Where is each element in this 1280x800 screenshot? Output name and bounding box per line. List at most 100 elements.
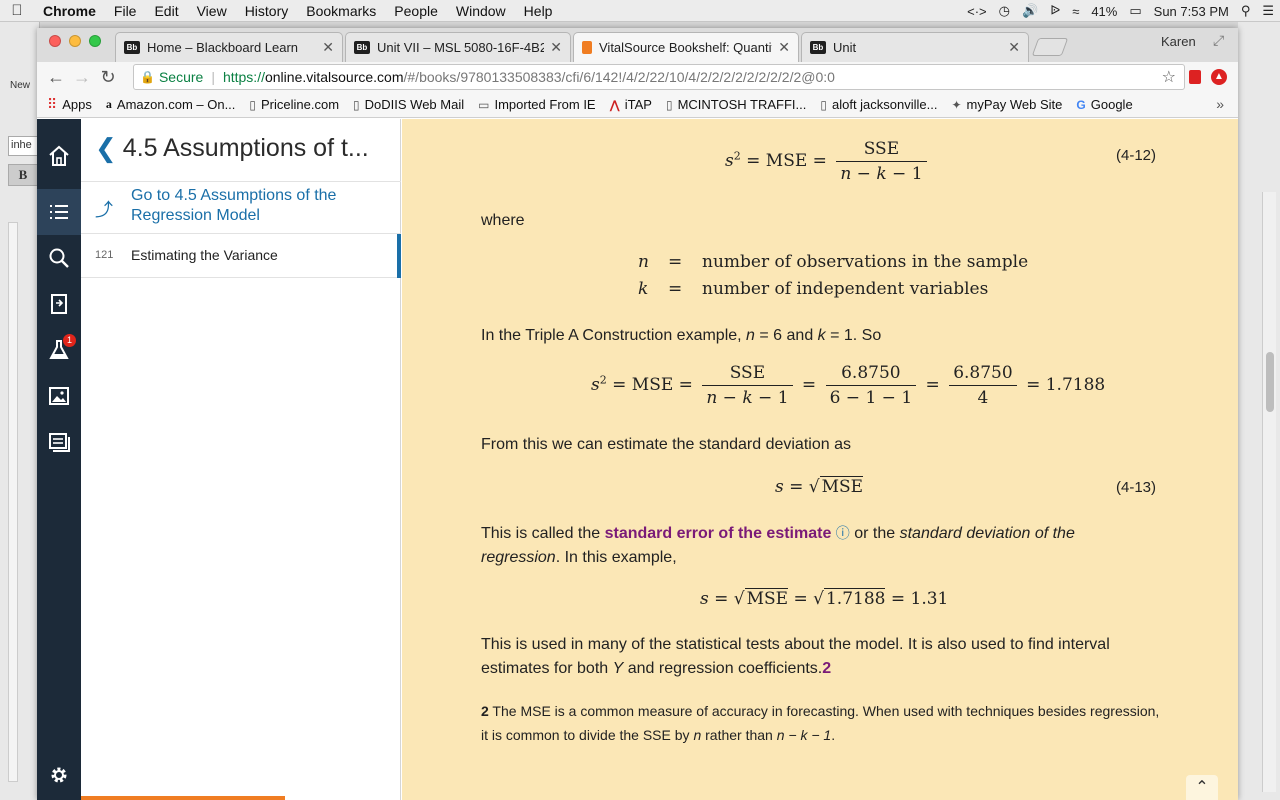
menu-bookmarks[interactable]: Bookmarks: [297, 3, 385, 19]
background-scrollbar[interactable]: [1262, 192, 1276, 792]
bookmark-aloft[interactable]: ▯ aloft jacksonville...: [820, 97, 937, 112]
bookmark-label: MCINTOSH TRAFFI...: [677, 97, 807, 112]
search-button[interactable]: [37, 235, 81, 281]
menu-app-name[interactable]: Chrome: [34, 3, 105, 19]
page-icon: ▯: [249, 97, 257, 112]
lock-icon: 🔒: [140, 70, 155, 84]
footnote-link[interactable]: 2: [822, 660, 831, 677]
bookmark-label: myPay Web Site: [966, 97, 1063, 112]
bookmark-apps[interactable]: ⠿ Apps: [47, 96, 92, 113]
bookmark-dodiis[interactable]: ▯ DoDIIS Web Mail: [353, 97, 464, 112]
apps-grid-icon: ⠿: [47, 96, 58, 112]
page-jump-icon: [51, 294, 67, 314]
vertical-ruler: [8, 222, 18, 782]
home-button[interactable]: [37, 133, 81, 179]
tab-blackboard-home[interactable]: Bb Home – Blackboard Learn ✕: [115, 32, 343, 62]
tab-close-icon[interactable]: ✕: [322, 39, 334, 56]
figures-button[interactable]: [37, 373, 81, 419]
tab-close-icon[interactable]: ✕: [550, 39, 562, 56]
menu-window[interactable]: Window: [447, 3, 515, 19]
chrome-window: Bb Home – Blackboard Learn ✕ Bb Unit VII…: [37, 28, 1238, 800]
code-icon[interactable]: <·>: [967, 4, 987, 19]
info-icon[interactable]: ⓘ: [836, 525, 850, 541]
menu-edit[interactable]: Edit: [145, 3, 187, 19]
wifi-icon[interactable]: ≈: [1072, 4, 1079, 19]
example-paragraph: In the Triple A Construction example, n …: [481, 327, 882, 344]
blackboard-favicon-icon: Bb: [124, 41, 140, 54]
bookmark-label: Imported From IE: [494, 97, 596, 112]
address-bar[interactable]: 🔒 Secure | https:// online.vitalsource.c…: [133, 64, 1185, 90]
menu-people[interactable]: People: [385, 3, 447, 19]
tab-close-icon[interactable]: ✕: [778, 39, 790, 56]
where-text: where: [481, 212, 525, 229]
flashcards-button[interactable]: [37, 419, 81, 465]
spotlight-search-icon[interactable]: ⚲: [1241, 3, 1251, 19]
blackboard-favicon-icon: Bb: [810, 41, 826, 54]
apple-icon[interactable]: : [0, 2, 34, 19]
vitalsource-favicon-icon: [582, 41, 592, 54]
toc-goto-link[interactable]: ⤴ Go to 4.5 Assumptions of the Regressio…: [81, 182, 401, 234]
bookmarks-overflow-button[interactable]: »: [1216, 96, 1224, 112]
bookmark-priceline[interactable]: ▯ Priceline.com: [249, 97, 339, 112]
menu-history[interactable]: History: [236, 3, 298, 19]
bold-button[interactable]: B: [8, 164, 38, 186]
book-reader: s2 = MSE = SSE n − k − 1 (4-12) where n =…: [402, 119, 1238, 800]
notebook-button[interactable]: 1: [37, 327, 81, 373]
contents-button[interactable]: [37, 189, 81, 235]
notification-list-icon[interactable]: ☰: [1262, 3, 1274, 19]
window-maximize-button[interactable]: [89, 35, 101, 47]
chevron-up-icon[interactable]: ⌃: [1186, 775, 1218, 800]
battery-percent[interactable]: 41%: [1091, 4, 1117, 19]
menu-help[interactable]: Help: [515, 3, 562, 19]
definition-k-symbol: k: [638, 279, 649, 299]
back-arrow-icon[interactable]: ←: [43, 67, 69, 88]
tab-close-icon[interactable]: ✕: [1008, 39, 1020, 56]
toc-entry-page: 121: [95, 249, 114, 261]
window-minimize-button[interactable]: [69, 35, 81, 47]
amazon-icon: a: [105, 97, 112, 111]
toc-header[interactable]: ❮ 4.5 Assumptions of t...: [95, 133, 369, 164]
equation-4-13: s = √ MSE: [775, 476, 864, 497]
bookmark-amazon[interactable]: a Amazon.com – On...: [106, 97, 236, 112]
go-to-page-button[interactable]: [37, 281, 81, 327]
reading-progress-bar: [81, 796, 285, 800]
new-label: New: [10, 80, 31, 91]
bookmark-label: Apps: [62, 97, 92, 112]
extension-up-icon[interactable]: ▲: [1211, 69, 1227, 85]
bookmark-mypay[interactable]: ✦ myPay Web Site: [951, 97, 1062, 112]
bookmark-imported-folder[interactable]: ▭ Imported From IE: [478, 97, 595, 112]
tab-unit[interactable]: Bb Unit ✕: [801, 32, 1029, 62]
menu-view[interactable]: View: [188, 3, 236, 19]
tab-unit-vii[interactable]: Bb Unit VII – MSL 5080-16F-4B2 ✕: [345, 32, 571, 62]
bookmark-itap[interactable]: ⋀ iTAP: [610, 97, 652, 112]
profile-name[interactable]: Karen: [1161, 34, 1196, 49]
window-close-button[interactable]: [49, 35, 61, 47]
volume-icon[interactable]: 🔊: [1022, 3, 1038, 19]
home-icon: [49, 145, 69, 166]
settings-button[interactable]: [37, 752, 81, 798]
reload-icon[interactable]: ↻: [95, 67, 121, 88]
glossary-term-link[interactable]: standard error of the estimate: [605, 525, 832, 542]
itap-icon: ⋀: [609, 97, 620, 112]
list-icon: [50, 205, 68, 219]
tab-title: Unit: [833, 40, 857, 55]
bookmark-google[interactable]: G Google: [1076, 97, 1132, 112]
toc-entry[interactable]: 121 Estimating the Variance: [81, 234, 401, 278]
page-icon: ▯: [353, 97, 360, 112]
tab-vitalsource[interactable]: VitalSource Bookshelf: Quantit ✕: [573, 32, 799, 62]
fullscreen-icon[interactable]: ⤢: [1213, 32, 1224, 49]
extension-pdf-icon[interactable]: [1189, 70, 1201, 84]
clock[interactable]: Sun 7:53 PM: [1154, 4, 1229, 19]
time-machine-icon[interactable]: ◷: [999, 3, 1010, 19]
menu-file[interactable]: File: [105, 3, 146, 19]
bluetooth-icon[interactable]: ᐉ: [1050, 3, 1060, 19]
background-scrollbar-thumb[interactable]: [1266, 352, 1274, 412]
chevron-left-icon[interactable]: ❮: [95, 133, 117, 164]
new-tab-button[interactable]: [1031, 38, 1069, 56]
bookmark-mcintosh[interactable]: ▯ MCINTOSH TRAFFI...: [666, 97, 806, 112]
bookmark-star-icon[interactable]: ☆: [1162, 67, 1176, 87]
style-field[interactable]: inhe: [8, 136, 38, 156]
forward-arrow-icon[interactable]: →: [69, 67, 95, 88]
equation-number: (4-12): [1116, 147, 1157, 164]
active-indicator: [397, 234, 401, 278]
